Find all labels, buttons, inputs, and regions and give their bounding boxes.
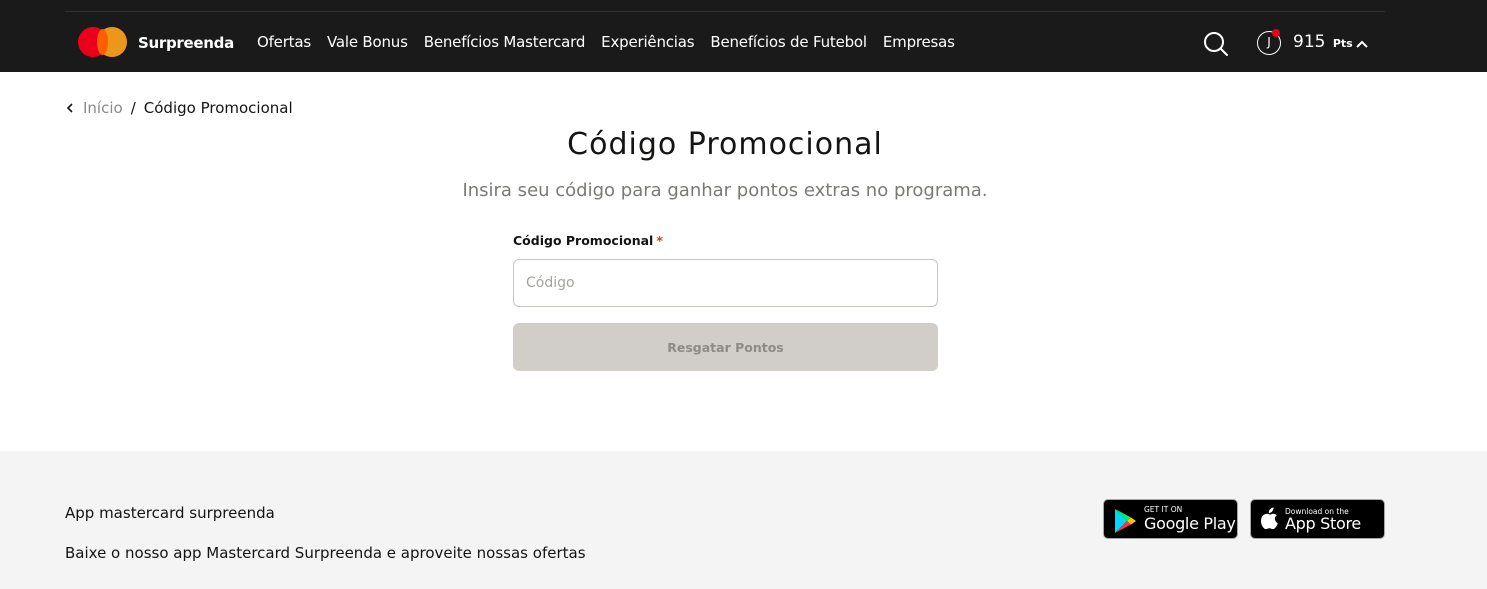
promo-code-label: Código Promocional * xyxy=(513,233,663,248)
top-navigation-bar: Surpreenda Ofertas Vale Bonus Benefícios… xyxy=(0,0,1487,72)
search-icon[interactable] xyxy=(1203,31,1229,57)
mastercard-logo[interactable] xyxy=(78,27,128,57)
promo-code-input[interactable] xyxy=(513,259,938,307)
chevron-up-icon[interactable] xyxy=(1356,40,1368,48)
logo-overlap xyxy=(97,29,108,55)
nav-item-ofertas[interactable]: Ofertas xyxy=(257,33,311,51)
page-subtitle: Insira seu código para ganhar pontos ext… xyxy=(462,180,988,201)
google-play-icon xyxy=(1115,509,1136,533)
app-store-button[interactable]: Download on the App Store xyxy=(1250,499,1385,539)
footer-app-title: App mastercard surpreenda xyxy=(65,504,275,522)
nav-item-empresas[interactable]: Empresas xyxy=(883,33,955,51)
header-divider xyxy=(65,11,1385,12)
google-play-small-text: GET IT ON xyxy=(1144,505,1183,514)
breadcrumb: Início / Código Promocional xyxy=(65,99,293,117)
points-balance[interactable]: 915 Pts xyxy=(1293,32,1353,52)
points-unit: Pts xyxy=(1332,37,1353,50)
footer: App mastercard surpreenda Baixe o nosso … xyxy=(0,451,1487,589)
nav-item-experiencias[interactable]: Experiências xyxy=(601,33,694,51)
brand-name[interactable]: Surpreenda xyxy=(138,34,234,52)
google-play-big-text: Google Play xyxy=(1144,514,1236,533)
promo-code-label-text: Código Promocional xyxy=(513,233,654,248)
apple-icon xyxy=(1261,507,1278,529)
nav-item-beneficios-futebol[interactable]: Benefícios de Futebol xyxy=(710,33,867,51)
points-value: 915 xyxy=(1293,32,1326,52)
notification-dot xyxy=(1272,29,1280,37)
nav-item-vale-bonus[interactable]: Vale Bonus xyxy=(327,33,408,51)
breadcrumb-separator: / xyxy=(130,99,136,117)
page-title: Código Promocional xyxy=(567,127,883,162)
nav-item-beneficios-mastercard[interactable]: Benefícios Mastercard xyxy=(424,33,586,51)
redeem-points-button[interactable]: Resgatar Pontos xyxy=(513,323,938,371)
footer-app-description: Baixe o nosso app Mastercard Surpreenda … xyxy=(65,544,586,562)
breadcrumb-current: Código Promocional xyxy=(143,99,293,117)
main-nav: Ofertas Vale Bonus Benefícios Mastercard… xyxy=(257,33,971,51)
google-play-button[interactable]: GET IT ON Google Play xyxy=(1103,499,1238,539)
app-store-big-text: App Store xyxy=(1285,514,1361,533)
chevron-left-icon[interactable] xyxy=(65,102,75,114)
required-marker: * xyxy=(656,233,663,248)
breadcrumb-home-link[interactable]: Início xyxy=(83,99,123,117)
